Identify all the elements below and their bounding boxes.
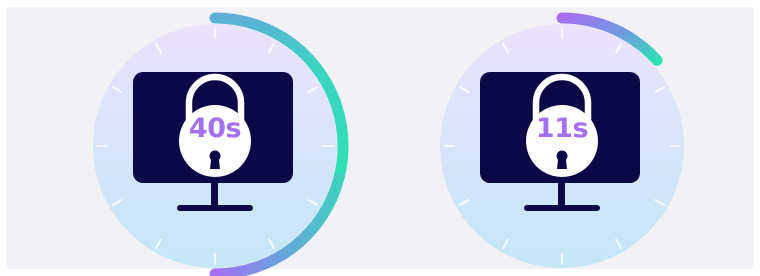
keyhole-icon xyxy=(209,150,221,169)
timer-dial-1: 40s xyxy=(93,12,349,276)
timer-label: 40s xyxy=(189,113,241,144)
lock-timer-2: 11s xyxy=(422,0,702,276)
lock-timer-1: 40s xyxy=(75,0,355,276)
keyhole-icon xyxy=(556,150,568,169)
timer-dial-2: 11s xyxy=(440,12,684,268)
timer-label: 11s xyxy=(536,113,588,144)
